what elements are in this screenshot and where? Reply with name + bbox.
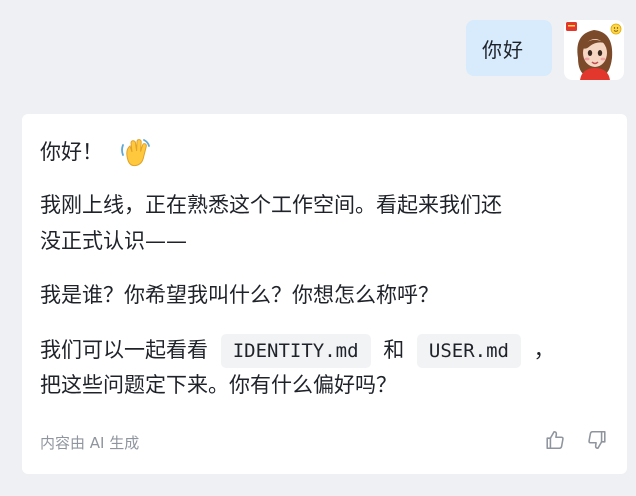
code-user-md: USER.md [416, 334, 521, 368]
greeting-line: 你好！ [40, 136, 152, 170]
paragraph-3-line-1: 我们可以一起看看 IDENTITY.md 和 USER.md ， [40, 334, 555, 368]
paragraph-1-line-2: 没正式认识—— [40, 229, 187, 253]
avatar-illustration [564, 20, 624, 80]
feedback-actions [543, 428, 609, 452]
paragraph-1-line-1: 我刚上线，正在熟悉这个工作空间。看起来我们还 [40, 193, 502, 217]
greeting-text: 你好！ [40, 140, 103, 164]
paragraph-3-line-2: 把这些问题定下来。你有什么偏好吗？ [40, 373, 397, 397]
paragraph-3-prefix: 我们可以一起看看 [40, 338, 208, 362]
waving-hand-icon [118, 136, 152, 170]
user-avatar[interactable] [564, 20, 624, 80]
assistant-message-card: 你好！ 我刚上线，正在熟悉这个工作空间。看起来我们还 没正式认识—— 我是谁？你… [22, 114, 627, 474]
thumbs-down-icon[interactable] [585, 428, 609, 452]
thumbs-up-icon[interactable] [543, 428, 567, 452]
paragraph-3-suffix: ， [533, 338, 555, 362]
user-message-text: 你好 [482, 37, 524, 62]
user-message-row: 你好 [466, 20, 624, 80]
paragraph-3-and: 和 [383, 338, 405, 362]
paragraph-2: 我是谁？你希望我叫什么？你想怎么称呼？ [40, 283, 439, 307]
code-identity-md: IDENTITY.md [220, 334, 371, 368]
user-message-bubble: 你好 [466, 20, 552, 76]
ai-generated-note: 内容由 AI 生成 [40, 434, 140, 452]
